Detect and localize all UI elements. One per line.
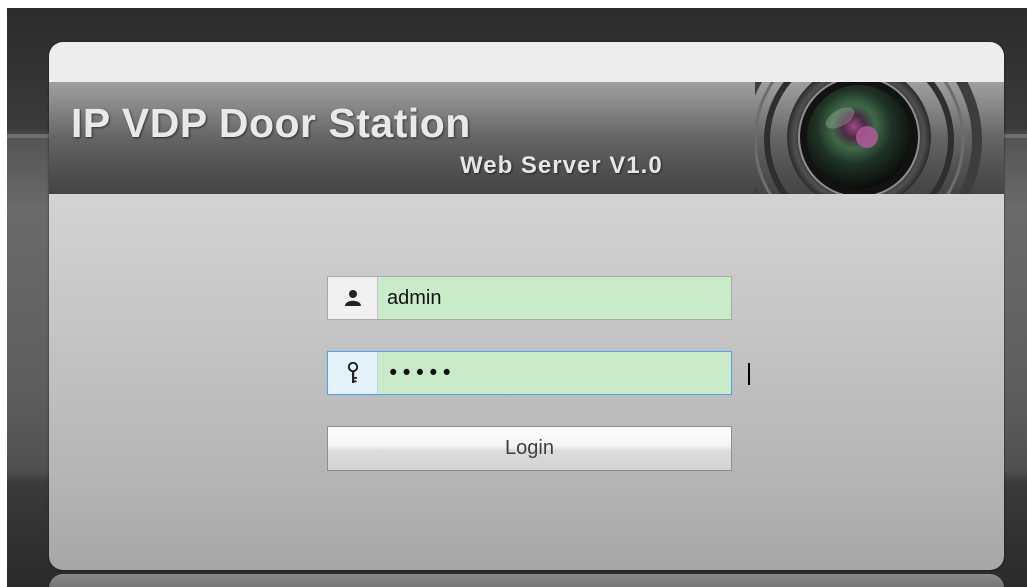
camera-lens-icon [755, 82, 982, 194]
login-button[interactable]: Login [327, 426, 732, 471]
page-background: IP VDP Door Station Web Server V1.0 admi… [7, 8, 1027, 587]
username-input[interactable] [379, 277, 731, 319]
user-icon [328, 277, 378, 319]
username-field [327, 276, 732, 320]
password-field [327, 351, 750, 395]
lower-panel-edge [49, 574, 1004, 587]
login-panel: IP VDP Door Station Web Server V1.0 admi… [49, 42, 1004, 570]
header-banner: IP VDP Door Station Web Server V1.0 [49, 82, 1004, 194]
text-caret [748, 363, 750, 385]
password-input[interactable] [379, 352, 731, 394]
app-title: IP VDP Door Station [71, 100, 471, 146]
key-icon [328, 352, 378, 394]
app-subtitle: Web Server V1.0 [460, 152, 663, 179]
